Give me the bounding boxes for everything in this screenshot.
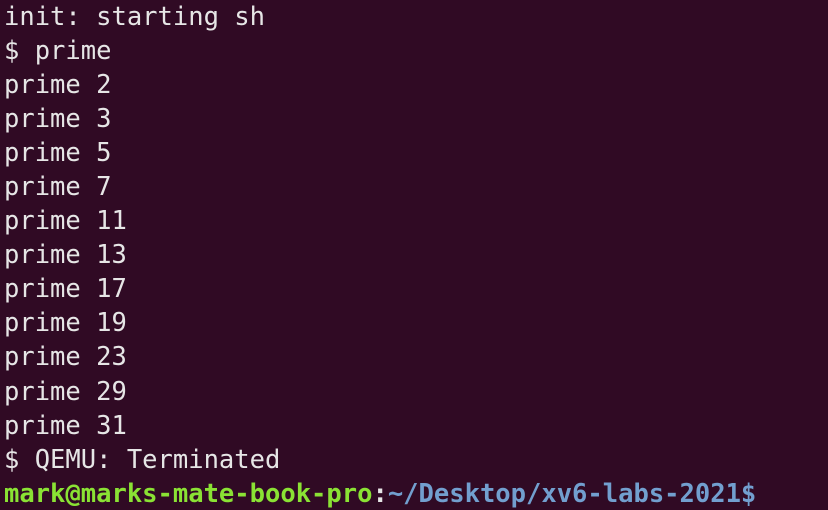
output-line-prime-11: prime 11 [4, 206, 127, 237]
output-line-prime-5: prime 5 [4, 137, 112, 168]
shell-prompt[interactable]: mark@marks-mate-book-pro:~/Desktop/xv6-l… [4, 477, 828, 510]
output-line-qemu-terminated: $ QEMU: Terminated [4, 444, 281, 475]
output-line-init: init: starting sh [4, 1, 265, 32]
output-line-prime-7: prime 7 [4, 171, 112, 202]
output-line-prime-17: prime 17 [4, 274, 127, 305]
output-line-prime-29: prime 29 [4, 376, 127, 407]
command-line-prime: $ prime [4, 35, 112, 66]
output-line-prime-13: prime 13 [4, 240, 127, 271]
output-line-prime-19: prime 19 [4, 308, 127, 339]
prompt-path: ~/Desktop/xv6-labs-2021$ [387, 478, 757, 509]
terminal-window[interactable]: init: starting sh $ prime prime 2 prime … [0, 0, 828, 510]
output-line-prime-3: prime 3 [4, 103, 112, 134]
output-line-prime-2: prime 2 [4, 69, 112, 100]
prompt-user-host: mark@marks-mate-book-pro [4, 478, 373, 509]
output-line-prime-23: prime 23 [4, 342, 127, 373]
output-line-prime-31: prime 31 [4, 410, 127, 441]
prompt-separator: : [372, 478, 388, 509]
